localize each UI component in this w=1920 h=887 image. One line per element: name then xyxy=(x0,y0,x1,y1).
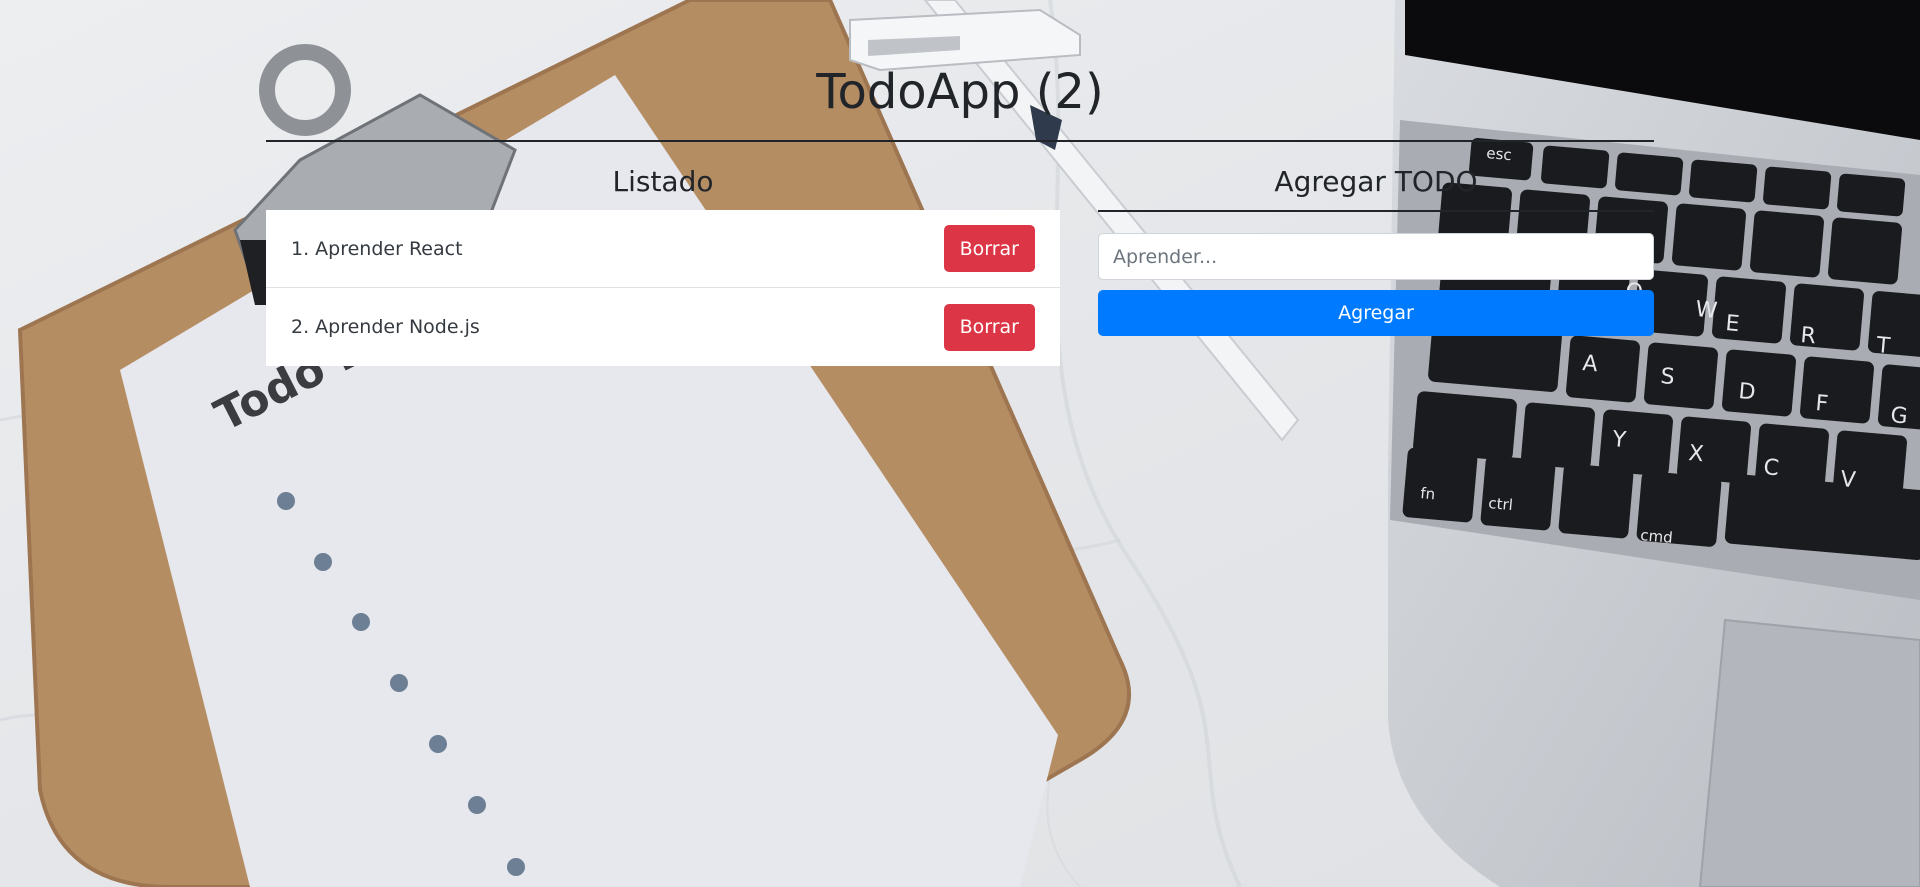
svg-text:T: T xyxy=(1874,333,1891,359)
svg-text:C: C xyxy=(1762,455,1779,481)
todo-list-item: 1. Aprender React Borrar xyxy=(266,210,1060,288)
todo-input[interactable] xyxy=(1098,233,1654,280)
svg-text:A: A xyxy=(1581,351,1598,377)
title-divider xyxy=(266,140,1654,142)
page: Todo Li esc W E R T A S D F G Y X C V fn… xyxy=(0,0,1920,887)
laptop-image: esc Q W E R T A S D F G Y X C V fn ctrl xyxy=(1388,0,1920,887)
add-todo-section: Agregar TODO Agregar xyxy=(1098,160,1654,336)
svg-text:S: S xyxy=(1659,364,1675,390)
svg-text:Y: Y xyxy=(1610,427,1627,453)
svg-text:G: G xyxy=(1889,403,1908,429)
svg-text:V: V xyxy=(1839,467,1856,493)
delete-button[interactable]: Borrar xyxy=(943,225,1035,272)
todo-item-text: 1. Aprender React xyxy=(291,237,463,260)
svg-text:F: F xyxy=(1814,391,1829,417)
page-title: TodoApp (2) xyxy=(816,64,1104,120)
svg-text:D: D xyxy=(1737,379,1756,405)
svg-text:ctrl: ctrl xyxy=(1488,494,1514,514)
add-button[interactable]: Agregar xyxy=(1098,290,1654,336)
todo-list: 1. Aprender React Borrar 2. Aprender Nod… xyxy=(266,210,1060,366)
todo-item-text: 2. Aprender Node.js xyxy=(291,316,480,338)
todo-list-section: Listado 1. Aprender React Borrar 2. Apre… xyxy=(266,160,1060,366)
svg-text:fn: fn xyxy=(1420,484,1436,503)
delete-button[interactable]: Borrar xyxy=(943,303,1035,351)
svg-text:cmd: cmd xyxy=(1640,526,1674,547)
svg-text:X: X xyxy=(1687,441,1704,467)
background-photo: Todo Li esc W E R T A S D F G Y X C V fn… xyxy=(0,0,1920,887)
svg-text:E: E xyxy=(1724,311,1740,337)
todo-list-item: 2. Aprender Node.js Borrar xyxy=(266,288,1060,366)
svg-text:R: R xyxy=(1799,323,1816,349)
list-heading: Listado xyxy=(612,165,714,198)
add-todo-heading: Agregar TODO xyxy=(1274,165,1478,198)
svg-text:W: W xyxy=(1694,297,1718,324)
form-divider xyxy=(1098,210,1654,212)
